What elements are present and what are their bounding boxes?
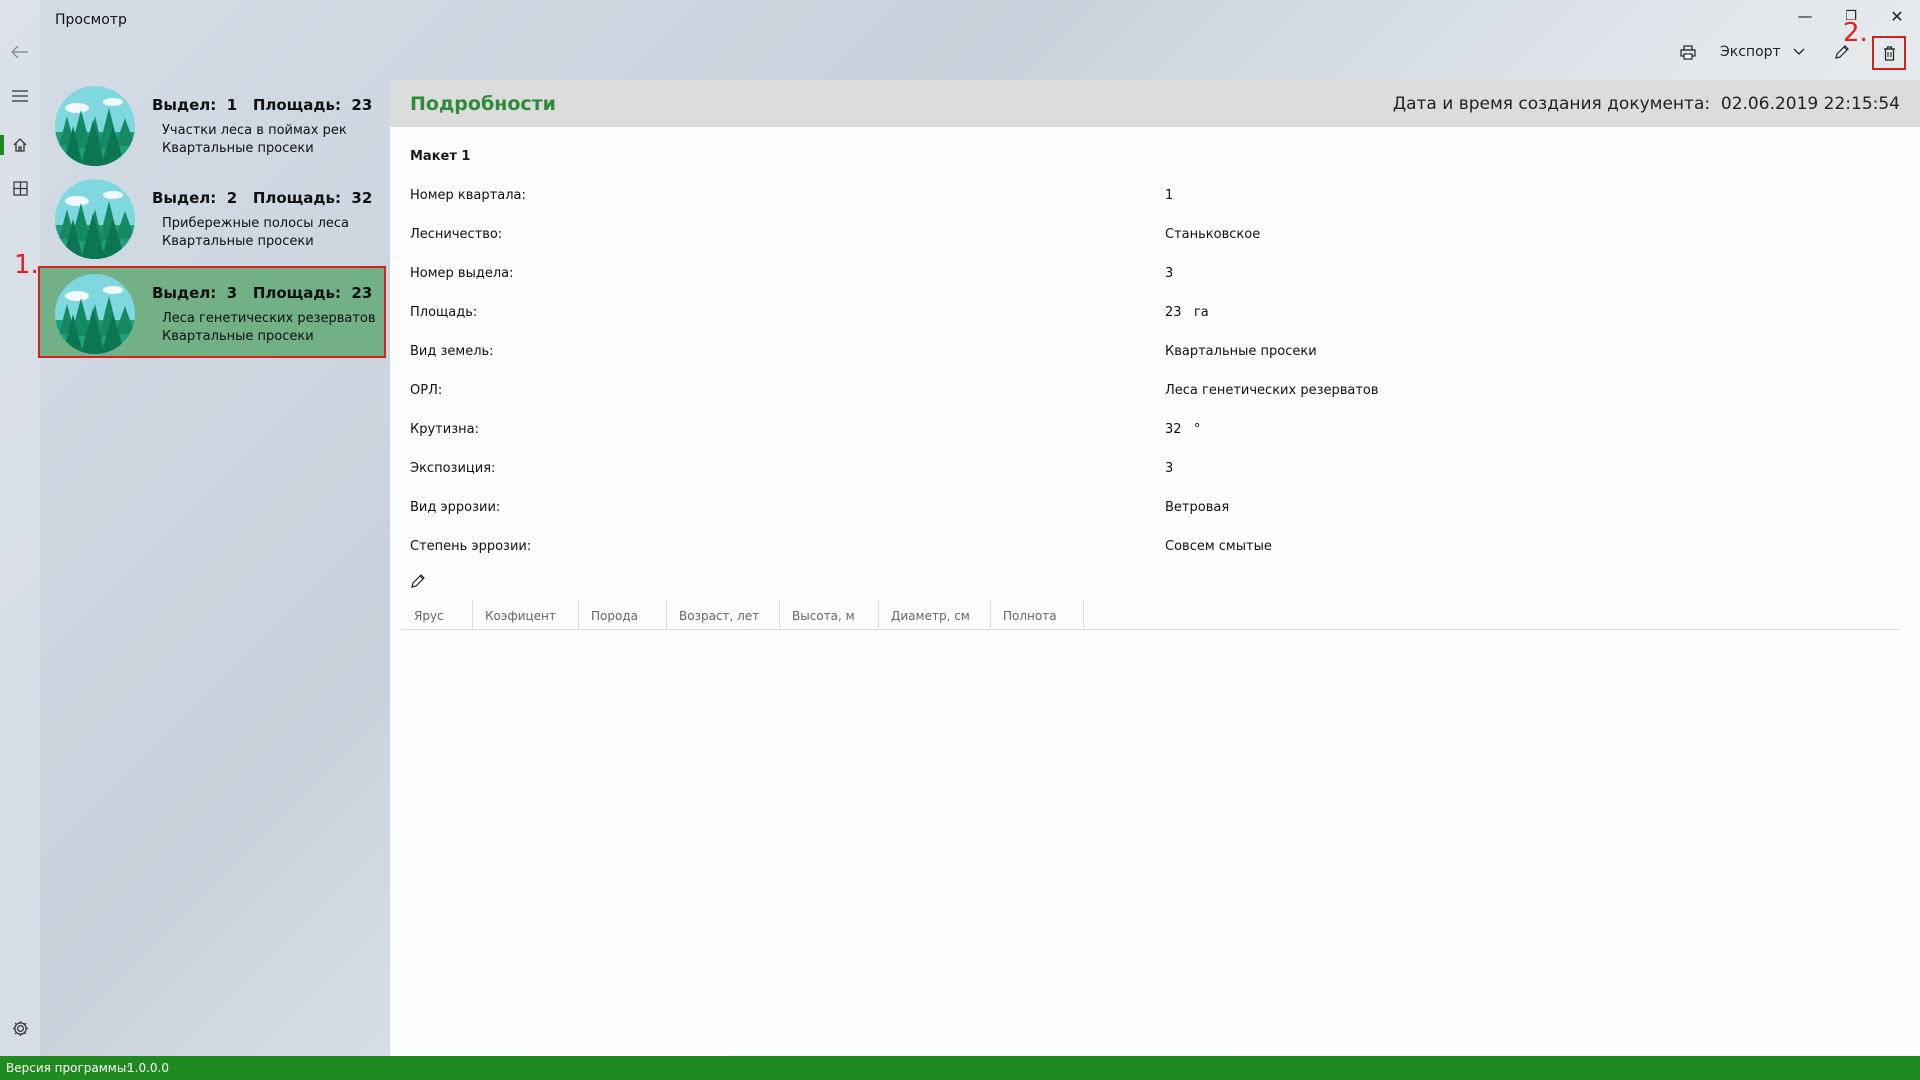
menu-button[interactable]	[0, 78, 40, 114]
hamburger-icon	[12, 90, 28, 102]
item-subtitle: Леса генетических резерватов	[162, 311, 376, 326]
field-label: Степень эррозии:	[410, 539, 532, 554]
field-value: Совсем смытые	[1165, 539, 1272, 554]
item-title: Выдел: 3 Площадь: 23	[152, 284, 373, 302]
creation-datetime: Дата и время создания документа: 02.06.2…	[1392, 94, 1900, 114]
field-value: Станьковское	[1165, 227, 1261, 242]
item-subtitle: Участки леса в поймах рек	[162, 123, 347, 138]
nav-home[interactable]	[0, 127, 40, 163]
item-subtitle: Прибережные полосы леса	[162, 216, 350, 231]
column-header[interactable]: Порода	[579, 600, 667, 630]
forest-avatar	[55, 86, 135, 166]
item-land-type: Квартальные просеки	[162, 141, 314, 156]
settings-button[interactable]	[0, 1010, 40, 1046]
field-value: Ветровая	[1165, 500, 1230, 515]
version-value: 1.0.0.0	[127, 1061, 169, 1075]
column-header[interactable]: Коэфицент	[473, 600, 579, 630]
item-title: Выдел: 2 Площадь: 32	[152, 189, 373, 207]
field-value: 3	[1165, 461, 1174, 476]
grid-icon	[12, 180, 28, 196]
export-dropdown[interactable]: Экспорт	[1720, 40, 1810, 64]
field-label: ОРЛ:	[410, 383, 443, 398]
annotation-step-2: 2.	[1843, 18, 1868, 48]
list-item[interactable]: Выдел: 2 Площадь: 32 Прибережные полосы …	[40, 173, 386, 265]
field-value: Квартальные просеки	[1165, 344, 1317, 359]
nav-rail	[0, 0, 40, 1056]
trash-icon	[1883, 45, 1895, 61]
app-title: Просмотр	[55, 12, 127, 28]
column-header[interactable]: Полнота	[991, 600, 1084, 630]
version-label: Версия программы:	[6, 1061, 131, 1075]
gear-icon	[12, 1020, 28, 1036]
delete-button[interactable]	[1872, 36, 1906, 70]
field-value: 32 °	[1165, 422, 1201, 437]
detail-pane: Подробности Дата и время создания докуме…	[390, 80, 1920, 1056]
layout-name: Макет 1	[410, 149, 471, 164]
field-value: Леса генетических резерватов	[1165, 383, 1379, 398]
column-header[interactable]: Ярус	[402, 600, 473, 630]
nav-grid[interactable]	[0, 170, 40, 206]
arrow-left-icon	[11, 45, 28, 59]
item-land-type: Квартальные просеки	[162, 234, 314, 249]
field-value: 23 га	[1165, 305, 1209, 320]
field-label: Лесничество:	[410, 227, 503, 242]
status-bar: Версия программы: 1.0.0.0	[0, 1056, 1920, 1080]
list-item-selected[interactable]: Выдел: 3 Площадь: 23 Леса генетических р…	[38, 266, 386, 358]
field-value: 1	[1165, 188, 1174, 203]
field-value: 3	[1165, 266, 1174, 281]
field-label: Номер квартала:	[410, 188, 526, 203]
list-item[interactable]: Выдел: 1 Площадь: 23 Участки леса в пойм…	[40, 80, 386, 172]
minimize-button[interactable]: —	[1790, 6, 1820, 26]
field-label: Вид земель:	[410, 344, 494, 359]
home-icon	[13, 138, 27, 152]
back-button[interactable]	[0, 34, 40, 70]
column-header[interactable]: Высота, м	[780, 600, 879, 630]
field-label: Вид эррозии:	[410, 500, 501, 515]
close-button[interactable]: ✕	[1882, 6, 1912, 26]
pencil-icon	[411, 574, 425, 588]
title-bar: Просмотр — ❐ ✕	[0, 0, 1920, 40]
print-button[interactable]	[1674, 40, 1702, 64]
item-title: Выдел: 1 Площадь: 23	[152, 96, 373, 114]
edit-table-button[interactable]	[410, 573, 428, 591]
forest-avatar	[55, 274, 135, 354]
column-header[interactable]: Диаметр, см	[879, 600, 991, 630]
annotation-step-1: 1.	[14, 250, 39, 280]
field-label: Площадь:	[410, 305, 478, 320]
field-label: Экспозиция:	[410, 461, 496, 476]
stand-table-header: Ярус Коэфицент Порода Возраст, лет Высот…	[402, 600, 1900, 630]
export-label: Экспорт	[1720, 44, 1781, 60]
field-label: Крутизна:	[410, 422, 479, 437]
detail-title: Подробности	[410, 93, 556, 115]
field-label: Номер выдела:	[410, 266, 514, 281]
detail-header: Подробности Дата и время создания докуме…	[390, 80, 1920, 127]
printer-icon	[1680, 44, 1696, 60]
item-land-type: Квартальные просеки	[162, 329, 314, 344]
column-header[interactable]: Возраст, лет	[667, 600, 780, 630]
chevron-down-icon	[1793, 48, 1805, 55]
forest-avatar	[55, 179, 135, 259]
